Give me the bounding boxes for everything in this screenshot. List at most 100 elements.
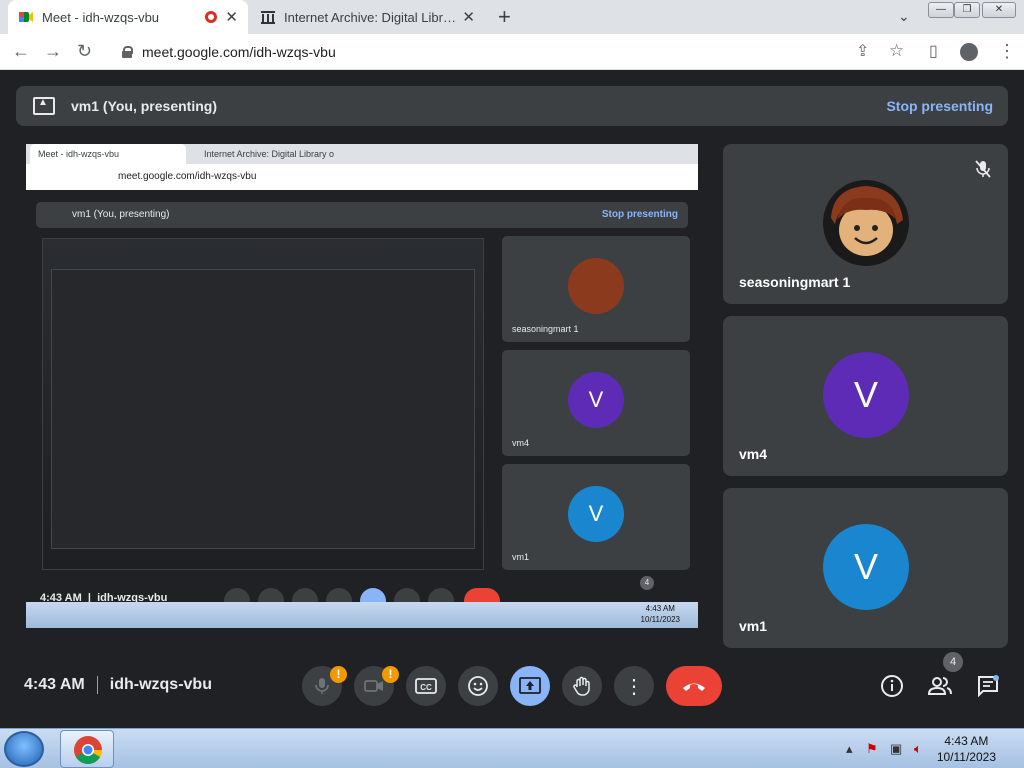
clock-time: 4:43 AM [944,734,989,748]
minimize-icon[interactable]: — [928,2,954,18]
shared-avatar-vm1: V [568,486,624,542]
shared-tile-vm1: V vm1 [502,464,690,570]
presenting-icon [33,97,55,115]
avatar-roblox [823,180,909,266]
participant-name: vm1 [739,618,768,634]
camera-off-icon [364,680,383,692]
participant-count-badge: 4 [943,652,963,672]
participant-name: seasoningmart 1 [739,274,851,290]
archive-favicon-icon [261,11,275,24]
camera-warning-icon: ! [382,666,399,683]
shared-avatar-roblox [568,258,624,314]
emoji-reaction-button[interactable] [458,666,498,706]
reload-icon[interactable]: ↻ [77,41,92,62]
more-options-icon: ⋮ [624,675,644,698]
shared-presenting-label: vm1 (You, presenting) [72,209,170,220]
windows-taskbar: ▴ ⚑ ▣ 🔈︎ 4:43 AM 10/11/2023 [0,728,1024,768]
volume-muted-icon[interactable]: 🔈︎ [914,741,922,757]
new-tab-icon[interactable]: + [498,4,511,30]
close-window-icon[interactable]: ✕ [982,2,1016,18]
chat-button[interactable] [974,672,1002,700]
browser-menu-icon[interactable]: ⋮ [998,41,1016,62]
tab-search-chevron-icon[interactable]: ⌄ [898,8,910,25]
shared-nested-screen [42,238,484,570]
share-icon[interactable]: ⇪ [856,41,869,61]
side-panel-icon[interactable]: ▯ [929,41,938,61]
address-bar[interactable]: meet.google.com/idh-wzqs-vbu [110,38,844,66]
shared-nested-inner [51,269,475,549]
clock-date: 10/11/2023 [936,750,996,764]
divider [96,676,98,694]
tab-internet-archive[interactable]: Internet Archive: Digital Library o ✕ [250,0,485,34]
shared-taskbar-clock: 4:43 AM 10/11/2023 [640,604,680,624]
shared-tile-seasoningmart: seasoningmart 1 [502,236,690,342]
show-hidden-icons-icon[interactable]: ▴ [846,741,853,757]
participant-tile-vm1[interactable]: V vm1 [723,488,1008,648]
shared-address-bar: meet.google.com/idh-wzqs-vbu [26,164,698,190]
browser-tab-bar: Meet - idh-wzqs-vbu ✕ Internet Archive: … [0,0,1024,34]
captions-button[interactable]: CC [406,666,446,706]
raise-hand-button[interactable] [562,666,602,706]
forward-icon[interactable]: → [44,41,62,62]
people-button[interactable] [926,672,954,700]
stop-presenting-button[interactable]: Stop presenting [886,98,993,114]
action-center-flag-icon[interactable]: ⚑ [866,741,878,757]
back-icon[interactable]: ← [12,41,30,62]
participant-tile-seasoningmart[interactable]: seasoningmart 1 [723,144,1008,304]
people-icon [927,677,952,695]
url-text: meet.google.com/idh-wzqs-vbu [142,44,336,60]
shared-participant-name: seasoningmart 1 [512,324,579,334]
meet-area: vm1 (You, presenting) Stop presenting Me… [0,70,1024,728]
presenting-banner: vm1 (You, presenting) Stop presenting [16,86,1008,126]
leave-call-icon [683,683,705,691]
leave-call-button[interactable] [666,666,722,706]
browser-toolbar: ← → ↻ meet.google.com/idh-wzqs-vbu ⇪ ☆ ▯… [0,34,1024,70]
info-icon [881,675,903,697]
shared-participant-name: vm4 [512,438,530,448]
participant-name: vm4 [739,446,768,462]
svg-text:CC: CC [420,683,432,692]
close-tab-icon[interactable]: ✕ [462,8,475,26]
shared-screen-preview: Meet - idh-wzqs-vbu Internet Archive: Di… [26,144,698,648]
profile-avatar-icon[interactable] [960,43,978,61]
tab-title: Internet Archive: Digital Library o [284,9,463,25]
mic-off-icon [315,678,329,694]
present-icon [519,677,541,694]
meet-favicon-icon [19,12,33,22]
participant-tile-vm4[interactable]: V vm4 [723,316,1008,476]
mic-muted-icon [975,160,991,178]
meeting-details-button[interactable] [878,672,906,700]
network-icon[interactable]: ▣ [890,741,902,757]
meeting-code: idh-wzqs-vbu [109,676,212,693]
tab-title: Meet - idh-wzqs-vbu [42,9,160,25]
maximize-icon[interactable]: ❐ [954,2,980,18]
shared-presenting-banner: vm1 (You, presenting) Stop presenting [36,202,688,228]
bookmark-star-icon[interactable]: ☆ [889,41,904,61]
shared-tile-vm4: V vm4 [502,350,690,456]
close-tab-icon[interactable]: ✕ [225,8,238,26]
avatar-vm4: V [823,352,909,438]
more-options-button[interactable]: ⋮ [614,666,654,706]
taskbar-clock[interactable]: 4:43 AM 10/11/2023 [937,733,996,765]
recording-indicator-icon [205,11,218,23]
shared-avatar-vm4: V [568,372,624,428]
raise-hand-icon [573,676,590,696]
chat-icon [978,675,999,698]
shared-tab-archive: Internet Archive: Digital Library o [204,149,335,159]
shared-tab-bar: Meet - idh-wzqs-vbu Internet Archive: Di… [26,144,698,164]
tab-meet[interactable]: Meet - idh-wzqs-vbu ✕ [8,0,248,34]
lock-icon [122,46,133,58]
start-button-icon[interactable] [4,731,44,767]
mic-warning-icon: ! [330,666,347,683]
roblox-avatar-icon [823,180,909,266]
shared-taskbar: 4:43 AM 10/11/2023 [26,602,698,628]
chrome-icon [74,736,102,764]
present-now-button[interactable] [510,666,550,706]
meeting-info: 4:43 AM idh-wzqs-vbu [24,676,212,694]
shared-meet-area: vm1 (You, presenting) Stop presenting se… [26,190,698,648]
presenting-label: vm1 (You, presenting) [71,98,217,114]
taskbar-chrome-button[interactable] [60,730,114,768]
shared-participant-name: vm1 [512,552,530,562]
avatar-vm1: V [823,524,909,610]
emoji-icon [468,676,488,696]
